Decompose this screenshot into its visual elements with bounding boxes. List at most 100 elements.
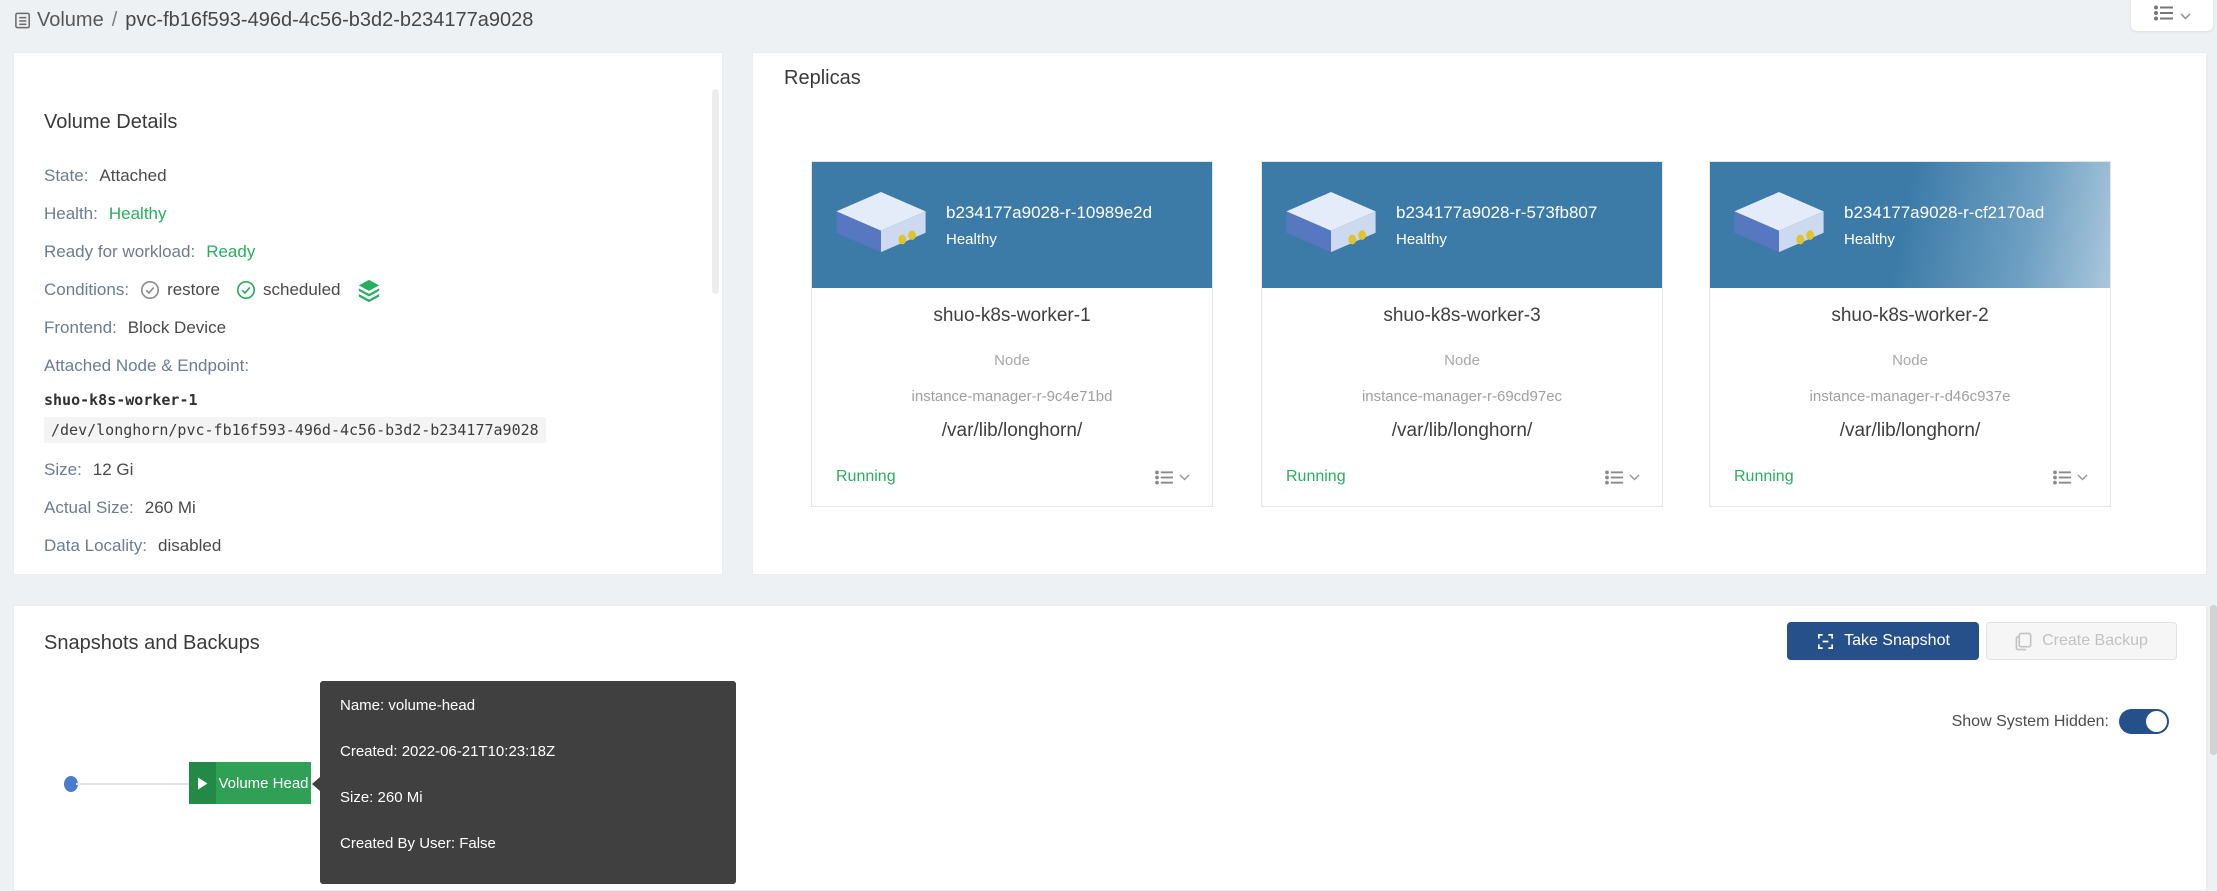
detail-row-health: Health: Healthy [44,195,698,233]
layers-icon [357,278,381,302]
replica-name: b234177a9028-r-10989e2d [946,202,1152,224]
detail-row-ready: Ready for workload: Ready [44,233,698,271]
tooltip-arrow-left [312,777,320,791]
replica-menu-button[interactable] [1155,470,1190,485]
take-snapshot-button[interactable]: Take Snapshot [1787,622,1979,660]
data-locality-label: Data Locality: [44,536,147,556]
tooltip-created-by-user: Created By User: False [340,833,716,854]
detail-row-size: Size: 12 Gi [44,451,698,489]
volume-details-panel: Volume Details State: Attached Health: H… [13,52,723,575]
replica-status: Running [836,468,896,486]
volume-icon [14,11,33,30]
actual-size-label: Actual Size: [44,498,134,518]
replica-card-header: b234177a9028-r-573fb807 Healthy [1262,162,1662,288]
replica-status: Running [1734,468,1794,486]
replica-menu-button[interactable] [2053,470,2088,485]
replica-data-path: /var/lib/longhorn/ [1710,420,2110,442]
detail-row-data-locality: Data Locality: disabled [44,527,698,565]
replica-health: Healthy [946,231,1152,248]
show-system-hidden-label: Show System Hidden: [1952,713,2109,731]
replica-data-path: /var/lib/longhorn/ [812,420,1212,442]
create-backup-button[interactable]: Create Backup [1986,622,2177,660]
disk-3d-icon [1732,191,1826,260]
tooltip-size: Size: 260 Mi [340,787,716,808]
conditions-label: Conditions: [44,280,129,300]
replica-card-body: shuo-k8s-worker-2 Node instance-manager-… [1710,288,2110,506]
breadcrumb: Volume / pvc-fb16f593-496d-4c56-b3d2-b23… [14,5,533,35]
chevron-down-icon [1629,474,1640,481]
volume-details-title: Volume Details [44,111,177,134]
replicas-panel: Replicas b234177a9028-r-10989e2d Healthy [752,52,2207,575]
snapshots-title: Snapshots and Backups [44,632,260,655]
health-value: Healthy [109,204,167,224]
replica-card-header: b234177a9028-r-10989e2d Healthy [812,162,1212,288]
replica-instance-manager: instance-manager-r-69cd97ec [1262,388,1662,405]
ready-value: Ready [206,242,255,262]
actual-size-value: 260 Mi [145,498,196,518]
toggle-knob [2146,711,2167,732]
endpoint-label: Attached Node & Endpoint: [44,356,249,376]
replicas-title: Replicas [784,67,861,90]
show-system-hidden-row: Show System Hidden: [1952,709,2169,734]
backup-copy-icon [2015,632,2033,651]
detail-row-conditions: Conditions: restore scheduled [44,271,698,309]
state-value: Attached [99,166,166,186]
detail-row-access-mode: Access Mode: ReadWriteOnce [44,567,698,575]
longhorn-volume-detail-page: Volume / pvc-fb16f593-496d-4c56-b3d2-b23… [0,0,2217,891]
health-label: Health: [44,204,98,224]
snapshot-timeline-line [76,783,190,785]
volume-head-tooltip: Name: volume-head Created: 2022-06-21T10… [320,681,736,884]
ready-label: Ready for workload: [44,242,195,262]
details-scrollbar-thumb[interactable] [712,89,719,294]
list-icon [2154,5,2174,26]
size-label: Size: [44,460,82,480]
condition-scheduled[interactable]: scheduled [236,280,341,300]
replica-menu-button[interactable] [1605,470,1640,485]
disk-3d-icon [834,191,928,260]
replica-status: Running [1286,468,1346,486]
replica-data-path: /var/lib/longhorn/ [1262,420,1662,442]
replica-health: Healthy [1396,231,1597,248]
endpoint-device-path: /dev/longhorn/pvc-fb16f593-496d-4c56-b3d… [44,417,546,443]
detail-row-frontend: Frontend: Block Device [44,309,698,347]
breadcrumb-section[interactable]: Volume [37,9,104,32]
replica-instance-manager: instance-manager-r-9c4e71bd [812,388,1212,405]
list-icon [2053,470,2072,485]
volume-details-rows: State: Attached Health: Healthy Ready fo… [44,157,698,575]
page-scrollbar-thumb[interactable] [2210,605,2217,755]
frontend-value: Block Device [128,318,226,338]
replica-name: b234177a9028-r-cf2170ad [1844,202,2044,224]
replica-card: b234177a9028-r-10989e2d Healthy shuo-k8s… [811,161,1213,507]
replica-instance-manager: instance-manager-r-d46c937e [1710,388,2110,405]
replica-card: b234177a9028-r-cf2170ad Healthy shuo-k8s… [1709,161,2111,507]
replica-node-label: Node [812,352,1212,369]
replica-node-name: shuo-k8s-worker-1 [812,288,1212,327]
disk-3d-icon [1284,191,1378,260]
data-locality-value: disabled [158,536,221,556]
condition-restore[interactable]: restore [140,280,220,300]
check-circle-gray-icon [140,280,160,300]
volume-head-button[interactable]: Volume Head [189,762,311,804]
replica-card-header: b234177a9028-r-cf2170ad Healthy [1710,162,2110,288]
replica-node-name: shuo-k8s-worker-3 [1262,288,1662,327]
replica-card-body: shuo-k8s-worker-3 Node instance-manager-… [1262,288,1662,506]
replica-card: b234177a9028-r-573fb807 Healthy shuo-k8s… [1261,161,1663,507]
chevron-down-icon [1179,474,1190,481]
play-icon [189,762,216,804]
replica-node-label: Node [1262,352,1662,369]
detail-row-endpoint-label: Attached Node & Endpoint: [44,347,698,385]
show-system-hidden-toggle[interactable] [2119,709,2169,734]
snapshot-frame-icon [1816,632,1835,651]
breadcrumb-volume-name: pvc-fb16f593-496d-4c56-b3d2-b234177a9028 [125,9,533,32]
replica-node-name: shuo-k8s-worker-2 [1710,288,2110,327]
attached-node-value: shuo-k8s-worker-1 [44,385,698,415]
replica-node-label: Node [1710,352,2110,369]
chevron-down-icon [2077,474,2088,481]
volume-operations-menu-button[interactable] [2131,0,2213,31]
frontend-label: Frontend: [44,318,117,338]
snapshots-panel: Snapshots and Backups Take Snapshot Crea… [13,605,2207,891]
replica-health: Healthy [1844,231,2044,248]
replica-name: b234177a9028-r-573fb807 [1396,202,1597,224]
list-icon [1605,470,1624,485]
state-label: State: [44,166,88,186]
